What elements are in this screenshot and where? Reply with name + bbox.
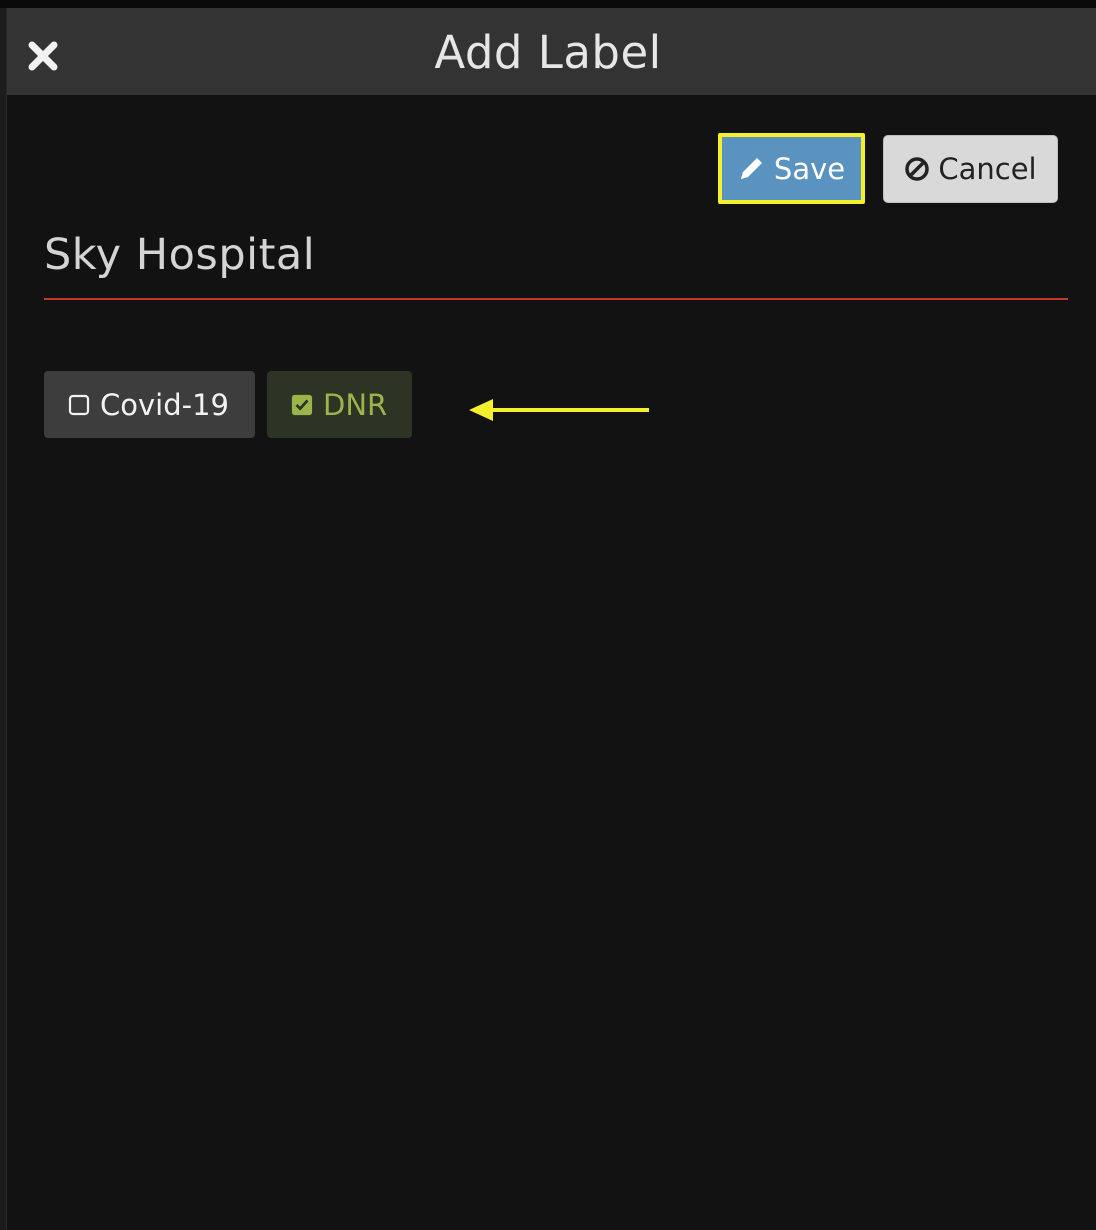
- hospital-name: Sky Hospital: [44, 230, 316, 280]
- label-option-covid-19[interactable]: Covid-19: [44, 371, 255, 438]
- left-gutter: [0, 8, 7, 1230]
- close-button[interactable]: [25, 38, 61, 74]
- label-options: Covid-19 DNR: [44, 371, 412, 438]
- dialog-actions: Save Cancel: [718, 133, 1058, 204]
- pencil-icon: [740, 157, 762, 179]
- top-edge: [0, 0, 1096, 8]
- close-icon: [28, 41, 58, 71]
- label-option-dnr[interactable]: DNR: [267, 371, 412, 438]
- add-label-dialog: Add Label Save Cancel Sky Hospital Covid…: [7, 8, 1096, 1230]
- label-option-text: Covid-19: [100, 387, 229, 422]
- ban-icon: [905, 156, 930, 181]
- checkbox-empty-icon: [68, 394, 90, 416]
- app-page: Add Label Save Cancel Sky Hospital Covid…: [0, 0, 1096, 1230]
- label-option-text: DNR: [323, 387, 388, 422]
- dialog-title: Add Label: [434, 26, 662, 79]
- cancel-label: Cancel: [938, 151, 1037, 186]
- checkbox-checked-icon: [291, 394, 313, 416]
- save-button[interactable]: Save: [718, 133, 865, 204]
- section-divider: [44, 298, 1068, 300]
- cancel-button[interactable]: Cancel: [883, 134, 1058, 203]
- save-label: Save: [773, 151, 846, 186]
- yellow-arrow-left-icon: [469, 399, 649, 421]
- dialog-header: Add Label: [7, 8, 1096, 95]
